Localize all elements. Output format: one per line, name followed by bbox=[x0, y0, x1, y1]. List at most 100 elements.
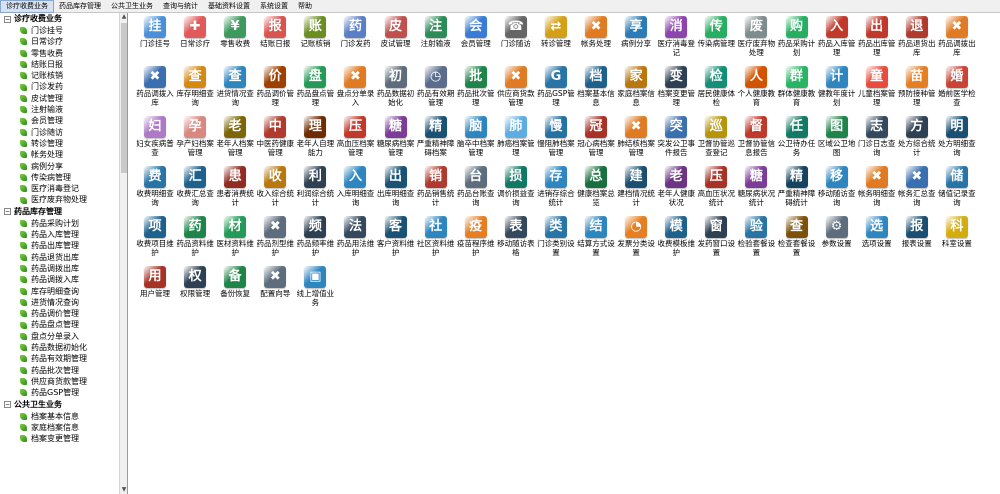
tree-item[interactable]: 传染病管理 bbox=[0, 172, 127, 183]
function-tile[interactable]: 计健教年度计划 bbox=[817, 63, 857, 113]
function-tile[interactable]: ✖ 配置向导 bbox=[255, 263, 295, 313]
tree-item[interactable]: 医疗废弃物处理 bbox=[0, 194, 127, 205]
function-tile[interactable]: 任公卫待办任务 bbox=[777, 113, 817, 163]
function-tile[interactable]: 损调价损益查询 bbox=[496, 163, 536, 213]
function-tile[interactable]: 皮皮试管理 bbox=[376, 13, 416, 63]
function-tile[interactable]: 童儿童档案管理 bbox=[857, 63, 897, 113]
function-tile[interactable]: 巡卫督协管巡查登记 bbox=[696, 113, 736, 163]
tree-item[interactable]: 库存明细查询 bbox=[0, 286, 127, 297]
function-tile[interactable]: 账记账核销 bbox=[295, 13, 335, 63]
tree-item[interactable]: 药品批次管理 bbox=[0, 365, 127, 376]
function-tile[interactable]: 收收入综合统计 bbox=[255, 163, 295, 213]
function-tile[interactable]: ☎ 门诊随访 bbox=[496, 13, 536, 63]
menu-item[interactable]: 诊疗收费业务 bbox=[0, 0, 54, 13]
tree-item[interactable]: 转诊管理 bbox=[0, 138, 127, 149]
function-tile[interactable]: 突突发公卫事件报告 bbox=[656, 113, 696, 163]
function-tile[interactable]: G 药品GSP管理 bbox=[536, 63, 576, 113]
function-tile[interactable]: 注注射输液 bbox=[416, 13, 456, 63]
function-tile[interactable]: 建建档情况统计 bbox=[616, 163, 656, 213]
function-tile[interactable]: 结结算方式设置 bbox=[576, 213, 616, 263]
function-tile[interactable]: 理老年人自理能力 bbox=[295, 113, 335, 163]
function-tile[interactable]: 冠冠心病档案管理 bbox=[576, 113, 616, 163]
tree-item[interactable]: 药品调价管理 bbox=[0, 308, 127, 319]
menu-item[interactable]: 基础资料设置 bbox=[203, 0, 255, 13]
function-tile[interactable]: 查检查套餐设置 bbox=[777, 213, 817, 263]
tree-item[interactable]: 日常诊疗 bbox=[0, 36, 127, 47]
tree-item[interactable]: 档案基本信息 bbox=[0, 411, 127, 422]
function-tile[interactable]: 费收费明细查询 bbox=[135, 163, 175, 213]
function-tile[interactable]: ▣ 线上增值业务 bbox=[295, 263, 335, 313]
function-tile[interactable]: 购药品采购计划 bbox=[777, 13, 817, 63]
function-tile[interactable]: 药药品资料维护 bbox=[175, 213, 215, 263]
menu-item[interactable]: 查询与统计 bbox=[158, 0, 203, 13]
function-tile[interactable]: 模收费模板维护 bbox=[656, 213, 696, 263]
tree-item[interactable]: 药品有效期管理 bbox=[0, 353, 127, 364]
function-tile[interactable]: 存进销存综合统计 bbox=[536, 163, 576, 213]
function-tile[interactable]: ✖ 药品剂型维护 bbox=[255, 213, 295, 263]
function-tile[interactable]: 频药品频率维护 bbox=[295, 213, 335, 263]
tree-item[interactable]: 会员管理 bbox=[0, 115, 127, 126]
menu-item[interactable]: 药品库存管理 bbox=[54, 0, 106, 13]
tree-item[interactable]: 药品出库管理 bbox=[0, 240, 127, 251]
tree-item[interactable]: 盘点分单录入 bbox=[0, 331, 127, 342]
function-tile[interactable]: 法药品用法维护 bbox=[335, 213, 375, 263]
menu-item[interactable]: 公共卫生业务 bbox=[106, 0, 158, 13]
function-tile[interactable]: 储储值记录查询 bbox=[937, 163, 977, 213]
function-tile[interactable]: 销药品销售统计 bbox=[416, 163, 456, 213]
function-tile[interactable]: 会会员管理 bbox=[456, 13, 496, 63]
tree-group-header[interactable]: − 公共卫生业务 bbox=[0, 399, 127, 411]
menu-item[interactable]: 帮助 bbox=[293, 0, 317, 13]
function-tile[interactable]: 客客户资料维护 bbox=[376, 213, 416, 263]
function-tile[interactable]: 肺肺癌档案管理 bbox=[496, 113, 536, 163]
tree-item[interactable]: 药品调拨入库 bbox=[0, 274, 127, 285]
tree-item[interactable]: 药品盘点管理 bbox=[0, 319, 127, 330]
function-tile[interactable]: 总健康档案总览 bbox=[576, 163, 616, 213]
function-tile[interactable]: 中中医药健康管理 bbox=[255, 113, 295, 163]
tree-item[interactable]: 医疗消毒登记 bbox=[0, 183, 127, 194]
function-tile[interactable]: ✖ 供应商货款管理 bbox=[496, 63, 536, 113]
function-tile[interactable]: 废医疗废弃物处理 bbox=[736, 13, 776, 63]
tree-item[interactable]: 药品调拨出库 bbox=[0, 263, 127, 274]
collapse-toggle-icon[interactable]: − bbox=[4, 401, 11, 408]
function-tile[interactable]: 档档案基本信息 bbox=[576, 63, 616, 113]
function-tile[interactable]: 老老年人档案管理 bbox=[215, 113, 255, 163]
function-tile[interactable]: 材医材资料维护 bbox=[215, 213, 255, 263]
tree-item[interactable]: 家庭档案信息 bbox=[0, 422, 127, 433]
tree-item[interactable]: 病例分享 bbox=[0, 161, 127, 172]
tree-item[interactable]: 药品采购计划 bbox=[0, 218, 127, 229]
tree-group-header[interactable]: − 诊疗收费业务 bbox=[0, 13, 127, 25]
scroll-up-arrow-icon[interactable]: ▲ bbox=[120, 13, 127, 21]
function-tile[interactable]: ◷ 药品有效期管理 bbox=[416, 63, 456, 113]
function-tile[interactable]: 慢慢阻肺档案管理 bbox=[536, 113, 576, 163]
function-tile[interactable]: 糖糖尿病状况统计 bbox=[736, 163, 776, 213]
function-tile[interactable]: ✖ 药品调拨出库 bbox=[937, 13, 977, 63]
tree-item[interactable]: 进货情况查询 bbox=[0, 297, 127, 308]
function-tile[interactable]: 督卫督协管信息报告 bbox=[736, 113, 776, 163]
tree-item[interactable]: 药品入库管理 bbox=[0, 229, 127, 240]
function-tile[interactable]: 患患者消费统计 bbox=[215, 163, 255, 213]
function-tile[interactable]: 精严重精神障碍档案 bbox=[416, 113, 456, 163]
tree-item[interactable]: 皮试管理 bbox=[0, 93, 127, 104]
tree-item[interactable]: 门诊发药 bbox=[0, 81, 127, 92]
function-tile[interactable]: 选选项设置 bbox=[857, 213, 897, 263]
tree-item[interactable]: 结账日报 bbox=[0, 59, 127, 70]
tree-item[interactable]: 注射输液 bbox=[0, 104, 127, 115]
function-tile[interactable]: 用用户管理 bbox=[135, 263, 175, 313]
tree-item[interactable]: 药品GSP管理 bbox=[0, 387, 127, 398]
function-tile[interactable]: 出出库明细查询 bbox=[376, 163, 416, 213]
function-tile[interactable]: 变档案变更管理 bbox=[656, 63, 696, 113]
tree-item[interactable]: 门诊随访 bbox=[0, 127, 127, 138]
function-tile[interactable]: ✚ 日常诊疗 bbox=[175, 13, 215, 63]
function-tile[interactable]: 验检验套餐设置 bbox=[736, 213, 776, 263]
function-tile[interactable]: 社社区资料维护 bbox=[416, 213, 456, 263]
sidebar-scrollbar[interactable]: ▲ ▼ bbox=[119, 13, 127, 494]
function-tile[interactable]: 权权限管理 bbox=[175, 263, 215, 313]
function-tile[interactable]: 糖糖尿病档案管理 bbox=[376, 113, 416, 163]
function-tile[interactable]: 压高血压档案管理 bbox=[335, 113, 375, 163]
tree-item[interactable]: 档案变更管理 bbox=[0, 433, 127, 444]
tree-group-header[interactable]: − 药品库存管理 bbox=[0, 206, 127, 218]
function-tile[interactable]: 享病例分享 bbox=[616, 13, 656, 63]
function-tile[interactable]: 检居民健康体检 bbox=[696, 63, 736, 113]
function-tile[interactable]: 消医疗消毒登记 bbox=[656, 13, 696, 63]
function-tile[interactable]: 窗发药窗口设置 bbox=[696, 213, 736, 263]
